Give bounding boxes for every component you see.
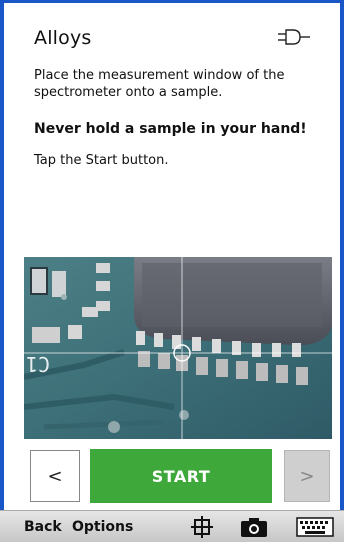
- keyboard-icon[interactable]: [296, 517, 334, 537]
- instruction-text: Place the measurement window of the spec…: [34, 68, 285, 100]
- camera-image: C114: [24, 257, 332, 439]
- options-button[interactable]: Options: [72, 519, 133, 535]
- crosshair-icon[interactable]: [190, 515, 214, 539]
- warning-text: Never hold a sample in your hand!: [34, 121, 307, 137]
- next-button[interactable]: >: [284, 450, 330, 502]
- plug-icon[interactable]: [276, 27, 316, 47]
- device-screen: Alloys Place the measurement window of t…: [0, 0, 344, 542]
- bottom-toolbar: Back Options: [0, 510, 344, 542]
- navigation-row: < START >: [28, 449, 332, 505]
- header: Alloys: [34, 27, 320, 55]
- camera-icon[interactable]: [240, 516, 268, 538]
- start-button[interactable]: START: [90, 449, 272, 503]
- camera-silkscreen-label: C114: [24, 352, 50, 376]
- back-button[interactable]: Back: [24, 519, 62, 535]
- instruction-start-text: Tap the Start button.: [34, 153, 169, 168]
- previous-button[interactable]: <: [30, 450, 80, 502]
- camera-preview: C114: [24, 257, 332, 439]
